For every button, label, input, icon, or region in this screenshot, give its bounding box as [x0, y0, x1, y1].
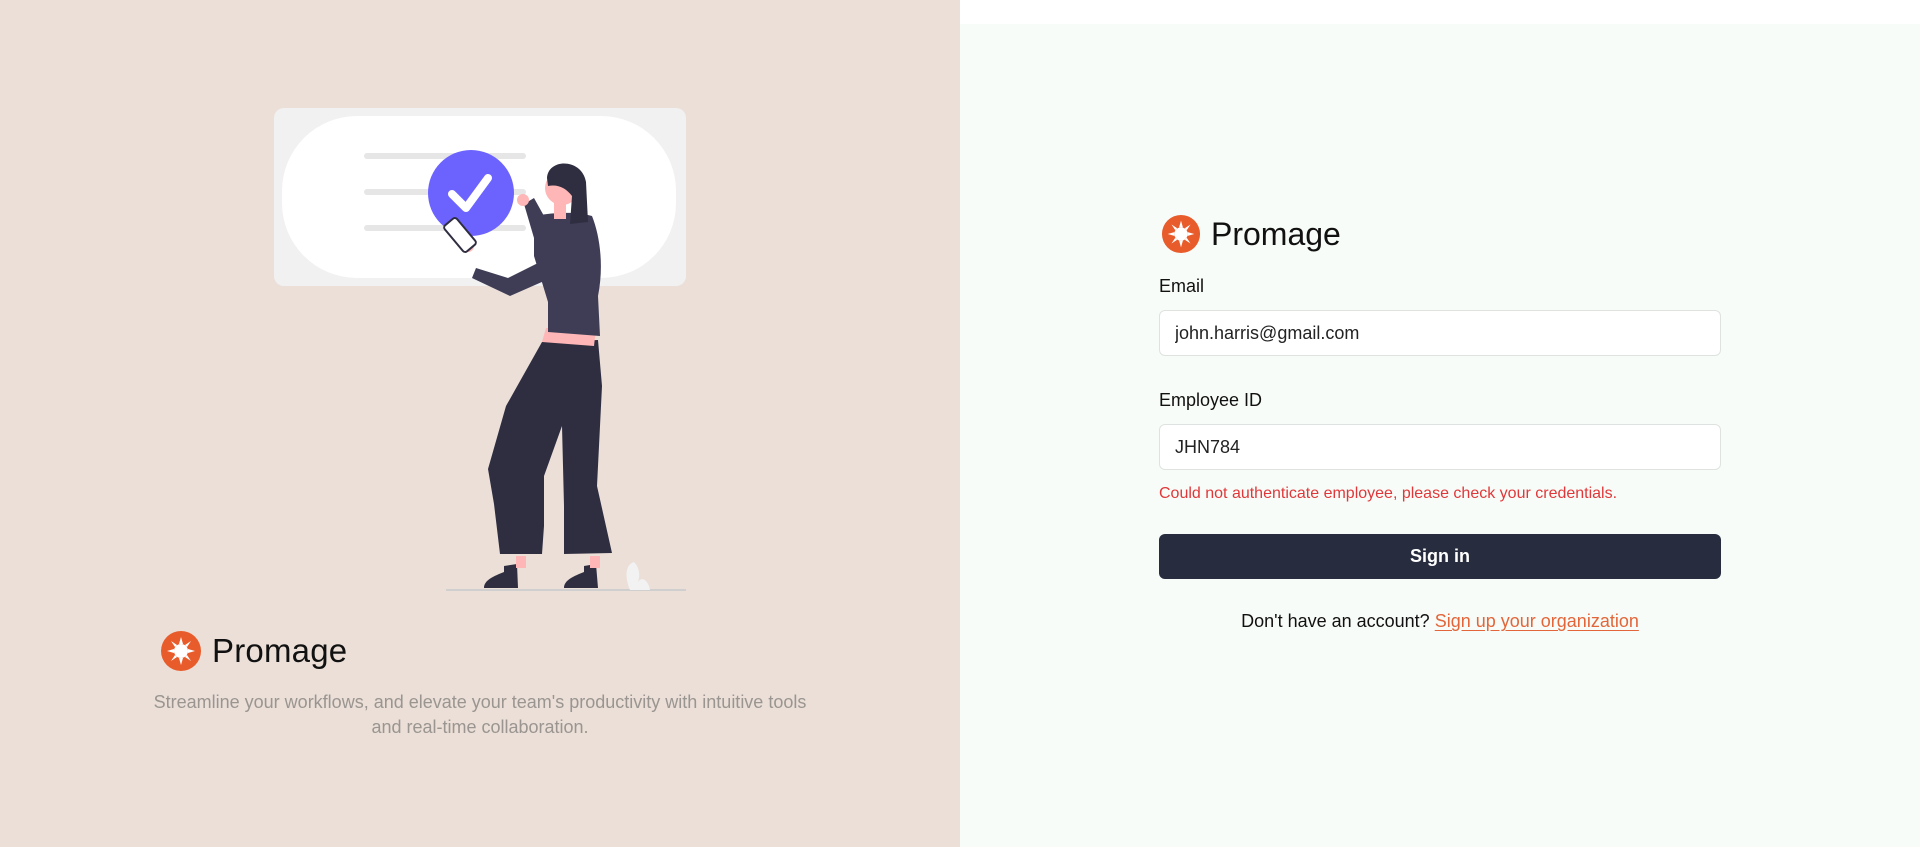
brand-name-left: Promage: [212, 632, 348, 669]
sign-in-form: Promage Email Employee ID Could not auth…: [1159, 214, 1721, 632]
brand-right: Promage: [1161, 214, 1721, 254]
sign-in-button[interactable]: Sign in: [1159, 534, 1721, 579]
email-field[interactable]: [1159, 310, 1721, 356]
sun-badge-icon: [161, 631, 201, 671]
employee-id-field[interactable]: [1159, 424, 1721, 470]
hero-tagline: Streamline your workflows, and elevate y…: [153, 692, 807, 737]
left-hero-panel: Promage Streamline your workflows, and e…: [0, 0, 960, 847]
email-label: Email: [1159, 276, 1205, 296]
sun-badge-icon: [1161, 214, 1201, 254]
right-form-panel: Promage Email Employee ID Could not auth…: [960, 0, 1920, 847]
error-message: Could not authenticate employee, please …: [1159, 485, 1618, 502]
woman-holding-phone-with-checkmark-illustration: [274, 108, 686, 591]
brand-left: Promage: [160, 630, 347, 672]
brand-name-right: Promage: [1211, 215, 1341, 252]
signup-row: Don't have an account? Sign up your orga…: [1159, 611, 1721, 632]
login-page: Promage Streamline your workflows, and e…: [0, 0, 1920, 847]
signup-prompt: Don't have an account?: [1241, 611, 1430, 631]
signup-link[interactable]: Sign up your organization: [1435, 611, 1639, 631]
employee-id-label: Employee ID: [1159, 390, 1263, 410]
